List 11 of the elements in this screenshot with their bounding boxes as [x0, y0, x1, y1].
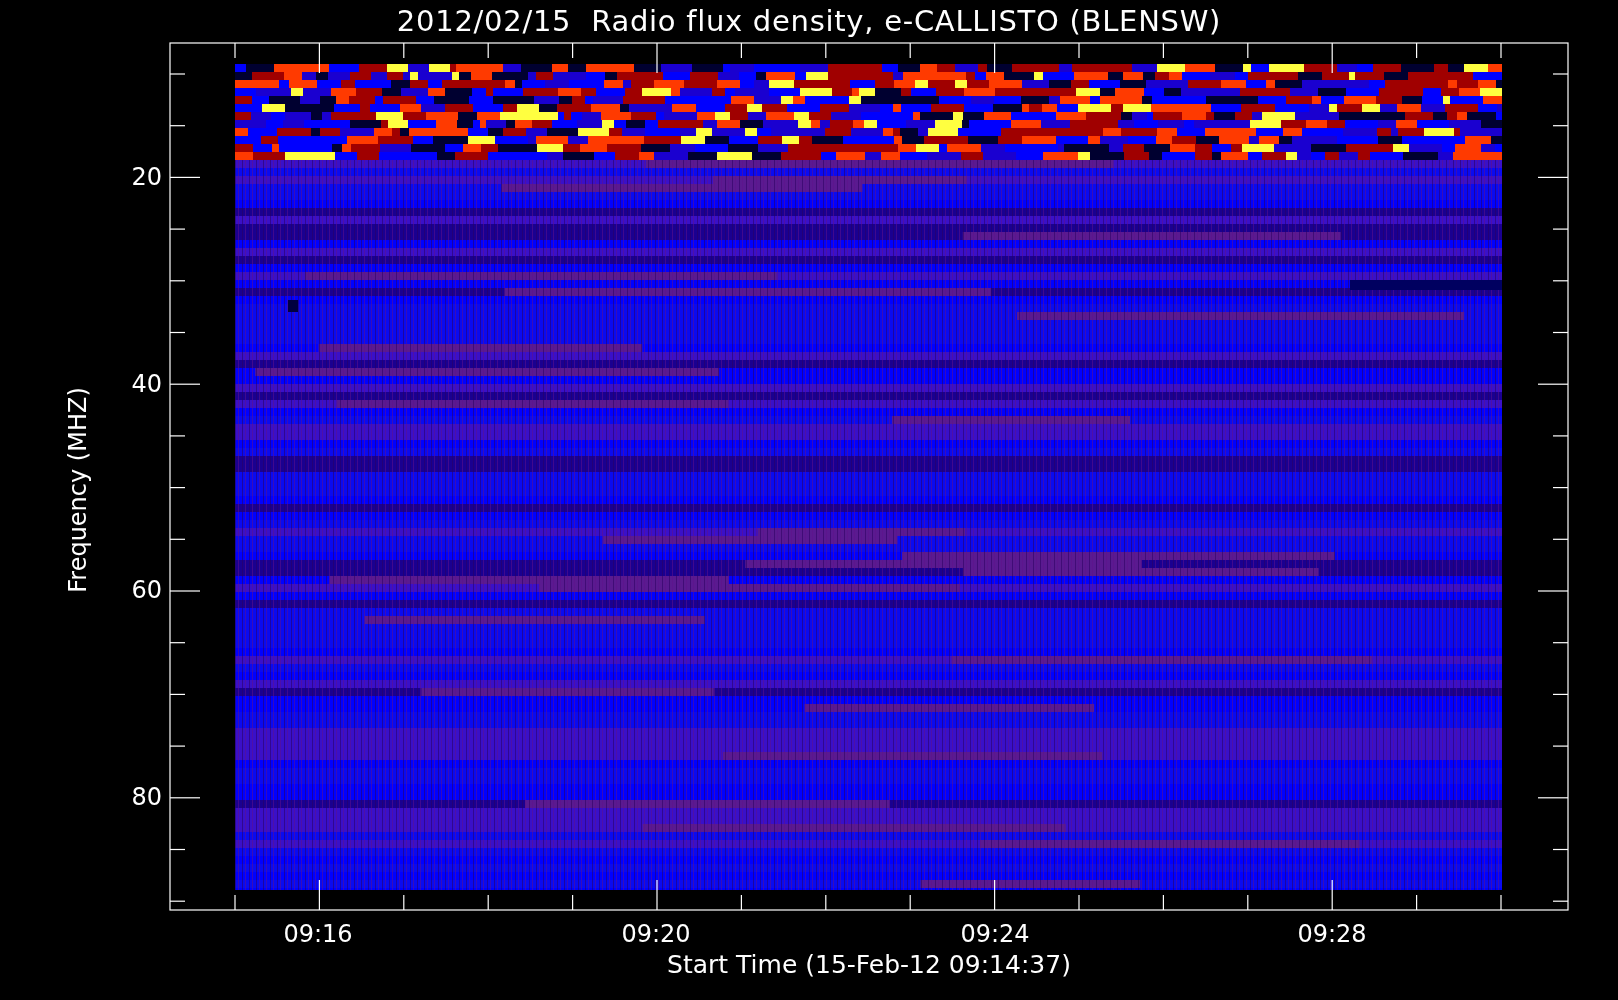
chart-title: 2012/02/15 Radio flux density, e-CALLISTO (BLENSW) — [396, 3, 1222, 40]
y-tick-label: 60 — [130, 576, 162, 604]
y-tick-label: 40 — [130, 370, 162, 398]
x-tick-label: 09:20 — [620, 920, 692, 948]
x-tick-label: 09:24 — [959, 920, 1031, 948]
x-tick-label: 09:28 — [1296, 920, 1368, 948]
y-tick-label: 80 — [130, 783, 162, 811]
x-axis-label: Start Time (15-Feb-12 09:14:37) — [667, 950, 1071, 980]
y-tick-label: 20 — [130, 163, 162, 191]
y-axis-label: Frequency (MHZ) — [64, 387, 92, 593]
x-tick-label: 09:16 — [282, 920, 354, 948]
